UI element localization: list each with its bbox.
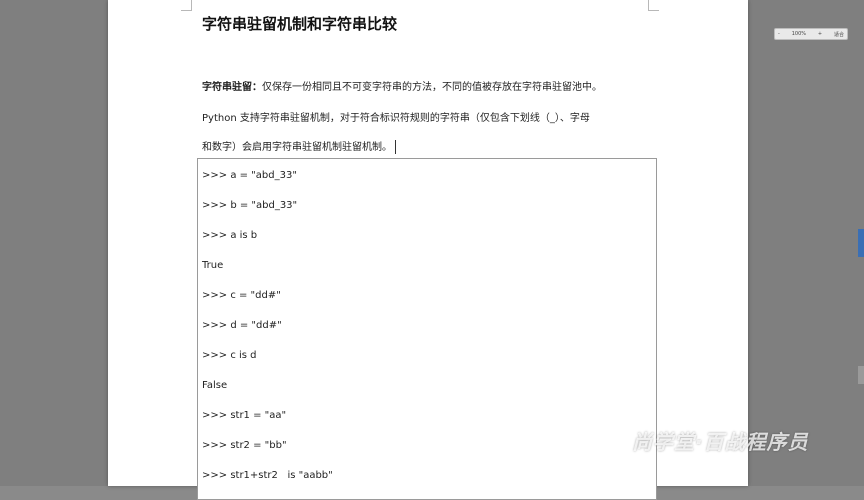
document-page[interactable]: 字符串驻留机制和字符串比较 字符串驻留：仅保存一份相同且不可变字符串的方法，不同… (108, 0, 748, 500)
code-line: >>> b = "abd_33" (202, 200, 298, 211)
margin-corner-left (181, 0, 192, 11)
zoom-level: 100% (791, 31, 806, 37)
paragraph-python-support: Python 支持字符串驻留机制，对于符合标识符规则的字符串（仅包含下划线（_）… (202, 113, 590, 124)
code-line: True (202, 260, 224, 271)
zoom-fit-button[interactable]: 适合 (834, 31, 844, 38)
document-workspace: 字符串驻留机制和字符串比较 字符串驻留：仅保存一份相同且不可变字符串的方法，不同… (0, 0, 864, 500)
paragraph-python-support-cont: 和数字）会启用字符串驻留机制驻留机制。 (202, 138, 396, 154)
code-line: >>> str1+str2 is "aabb" (202, 470, 333, 481)
page-title: 字符串驻留机制和字符串比较 (202, 15, 398, 33)
zoom-in-button[interactable]: + (818, 31, 822, 37)
code-line: >>> c = "dd#" (202, 290, 281, 301)
code-line: >>> a is b (202, 230, 258, 241)
code-line: >>> a = "abd_33" (202, 170, 297, 181)
code-line: False (202, 380, 228, 391)
code-line: >>> c is d (202, 350, 257, 361)
code-line: >>> d = "dd#" (202, 320, 282, 331)
code-example-box[interactable]: >>> a = "abd_33" >>> b = "abd_33" >>> a … (197, 158, 657, 500)
watermark-logo: 尚学堂·百战程序员 (632, 430, 809, 454)
code-line: >>> str2 = "bb" (202, 440, 287, 451)
zoom-out-button[interactable]: - (778, 31, 780, 37)
text-cursor (395, 140, 396, 154)
scrollbar-track-marker[interactable] (858, 366, 864, 384)
margin-corner-right (648, 0, 659, 11)
term-bold: 字符串驻留： (202, 82, 262, 93)
zoom-control[interactable]: - 100% + 适合 (774, 28, 848, 40)
scrollbar-thumb[interactable] (858, 229, 864, 257)
term-definition: 仅保存一份相同且不可变字符串的方法，不同的值被存放在字符串驻留池中。 (262, 82, 602, 93)
paragraph-text: 和数字）会启用字符串驻留机制驻留机制。 (202, 142, 392, 153)
code-line: >>> str1 = "aa" (202, 410, 287, 421)
paragraph-interning: 字符串驻留：仅保存一份相同且不可变字符串的方法，不同的值被存放在字符串驻留池中。 (202, 78, 602, 93)
